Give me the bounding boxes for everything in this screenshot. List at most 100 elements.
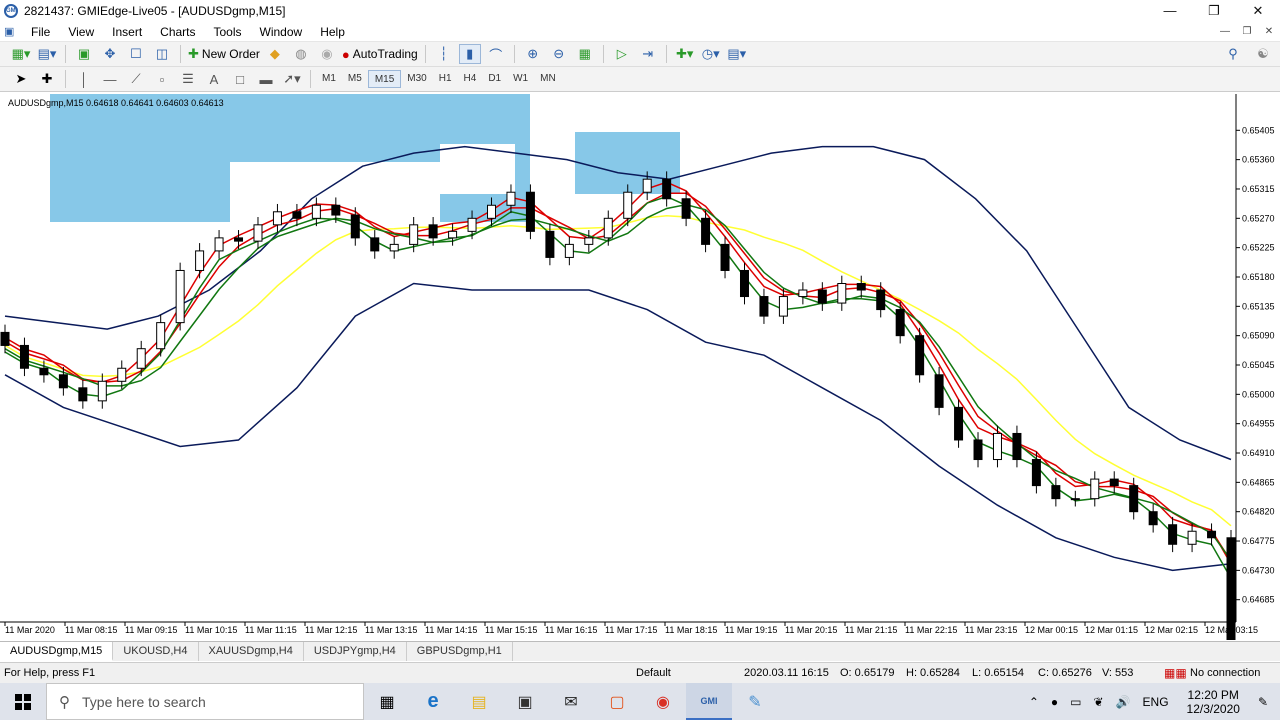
tab-gbpusd-h1[interactable]: GBPUSDgmp,H1	[407, 642, 513, 661]
windows-start-icon[interactable]	[0, 683, 46, 720]
edge-icon[interactable]: e	[410, 683, 456, 720]
data-window-icon[interactable]: ☐	[125, 44, 147, 64]
navigator-icon[interactable]: ✥	[99, 44, 121, 64]
text-icon[interactable]: A	[203, 69, 225, 89]
minimize-button[interactable]: —	[1148, 0, 1192, 22]
time-axis-label: 11 Mar 16:15	[545, 625, 597, 635]
trendline-icon[interactable]: ⟋	[125, 69, 147, 89]
office-icon[interactable]: ▢	[594, 683, 640, 720]
menu-file[interactable]: File	[22, 25, 59, 39]
timeframe-m5[interactable]: M5	[342, 70, 368, 88]
menu-charts[interactable]: Charts	[151, 25, 204, 39]
tab-usdjpy-h4[interactable]: USDJPYgmp,H4	[304, 642, 407, 661]
cursor-icon[interactable]: ➤	[10, 69, 32, 89]
chrome-icon[interactable]: ◉	[640, 683, 686, 720]
bar-chart-icon[interactable]: ┆	[433, 44, 455, 64]
zoom-in-icon[interactable]: ⊕	[522, 44, 544, 64]
strategy-tester-icon[interactable]: ◍	[290, 44, 312, 64]
taskbar-search[interactable]: ⚲ Type here to search	[46, 683, 364, 720]
zoom-out-icon[interactable]: ⊖	[548, 44, 570, 64]
language-indicator[interactable]: ENG	[1143, 695, 1169, 709]
chat-icon[interactable]: ☯	[1252, 44, 1274, 64]
bull-candle	[1090, 478, 1100, 500]
price-chart[interactable]: 0.65405 0.65360 0.65315 0.65270 0.65225 0.651…	[0, 94, 1280, 655]
notifications-icon[interactable]: ✎	[1258, 695, 1268, 709]
text-label-icon[interactable]: □	[229, 69, 251, 89]
system-tray: ⌃ ● ▭ ❦ 🔊 ENG 12:20 PM 12/3/2020 ✎	[1023, 683, 1280, 720]
tab-audusd-m15[interactable]: AUDUSDgmp,M15	[0, 642, 114, 661]
mail-icon[interactable]: ✉	[548, 683, 594, 720]
ma-red-fast-line	[4, 181, 1232, 565]
store-icon[interactable]: ▣	[502, 683, 548, 720]
price-axis-label: 0.65405	[1242, 125, 1275, 135]
child-restore-button[interactable]: ❐	[1236, 22, 1258, 42]
candlestick-icon[interactable]: ▮	[458, 44, 481, 64]
menu-insert[interactable]: Insert	[103, 25, 151, 39]
taskbar-clock[interactable]: 12:20 PM 12/3/2020	[1181, 688, 1246, 716]
timeframe-m1[interactable]: M1	[316, 70, 342, 88]
bear-candle	[915, 335, 925, 376]
tab-ukousd-h4[interactable]: UKOUSD,H4	[113, 642, 199, 661]
menu-view[interactable]: View	[59, 25, 103, 39]
channel-icon[interactable]: ▫	[151, 69, 173, 89]
templates-icon[interactable]: ▤▾	[726, 44, 748, 64]
fibonacci-icon[interactable]: ☰	[177, 69, 199, 89]
price-axis-label: 0.65360	[1242, 155, 1275, 165]
vertical-line-icon[interactable]: │	[73, 69, 95, 89]
bull-candle	[1187, 530, 1197, 545]
restore-button[interactable]: ❐	[1192, 0, 1236, 22]
timeframe-h1[interactable]: H1	[433, 70, 458, 88]
bear-candle	[701, 217, 711, 245]
toolbar-divider	[65, 70, 66, 88]
timeframe-d1[interactable]: D1	[482, 70, 507, 88]
metaeditor-icon[interactable]: ◆	[264, 44, 286, 64]
arrows-icon[interactable]: ➚▾	[281, 69, 303, 89]
horizontal-line-icon[interactable]: —	[99, 69, 121, 89]
new-chart-icon[interactable]: ▦▾	[10, 44, 32, 64]
battery-icon[interactable]: ▭	[1070, 695, 1081, 709]
bull-candle	[564, 243, 574, 258]
connection-status: No connection	[1190, 667, 1261, 679]
rectangle-icon[interactable]: ▬	[255, 69, 277, 89]
timeframe-m30[interactable]: M30	[401, 70, 432, 88]
chevron-up-icon[interactable]: ⌃	[1029, 695, 1039, 709]
time-axis-label: 12 Mar 01:15	[1085, 625, 1138, 635]
chart-shift-icon[interactable]: ⇥	[637, 44, 659, 64]
menu-window[interactable]: Window	[251, 25, 312, 39]
market-watch-icon[interactable]: ▣	[73, 44, 95, 64]
search-icon[interactable]: ⚲	[1222, 44, 1244, 64]
microphone-icon[interactable]: ●	[1051, 695, 1058, 709]
autotrading-button[interactable]: ● AutoTrading	[342, 44, 418, 64]
document-icon[interactable]: ▣	[4, 25, 22, 38]
new-order-button[interactable]: ✚ New Order	[188, 44, 260, 64]
child-minimize-button[interactable]: —	[1214, 22, 1236, 42]
volume-icon[interactable]: 🔊	[1116, 695, 1131, 709]
tab-xauusd-h4[interactable]: XAUUSDgmp,H4	[199, 642, 304, 661]
time-axis-label: 11 Mar 18:15	[665, 625, 717, 635]
periods-icon[interactable]: ◷▾	[700, 44, 722, 64]
timeframe-mn[interactable]: MN	[534, 70, 562, 88]
menu-tools[interactable]: Tools	[205, 25, 251, 39]
menu-help[interactable]: Help	[311, 25, 354, 39]
task-view-icon[interactable]: ▦	[364, 683, 410, 720]
terminal-icon[interactable]: ◫	[151, 44, 173, 64]
auto-scroll-icon[interactable]: ▷	[611, 44, 633, 64]
profiles-icon[interactable]: ▤▾	[36, 44, 58, 64]
close-button[interactable]: ✕	[1236, 0, 1280, 22]
line-chart-icon[interactable]: ⌒	[485, 44, 507, 64]
gmi-app-icon[interactable]: GMI	[686, 683, 732, 720]
wifi-icon[interactable]: ❦	[1094, 695, 1104, 709]
tile-windows-icon[interactable]: ▦	[574, 44, 596, 64]
file-explorer-icon[interactable]: ▤	[456, 683, 502, 720]
signals-icon[interactable]: ◉	[316, 44, 338, 64]
status-low: L: 0.65154	[972, 667, 1024, 679]
timeframe-h4[interactable]: H4	[458, 70, 483, 88]
indicators-icon[interactable]: ✚▾	[674, 44, 696, 64]
notes-app-icon[interactable]: ✎	[732, 683, 778, 720]
chart-window[interactable]: AUDUSDgmp,M15 0.64618 0.64641 0.64603 0.…	[0, 94, 1280, 655]
bull-candle	[837, 283, 847, 304]
crosshair-icon[interactable]: ✚	[36, 69, 58, 89]
timeframe-m15[interactable]: M15	[367, 70, 402, 88]
timeframe-w1[interactable]: W1	[507, 70, 534, 88]
child-close-button[interactable]: ✕	[1258, 22, 1280, 42]
